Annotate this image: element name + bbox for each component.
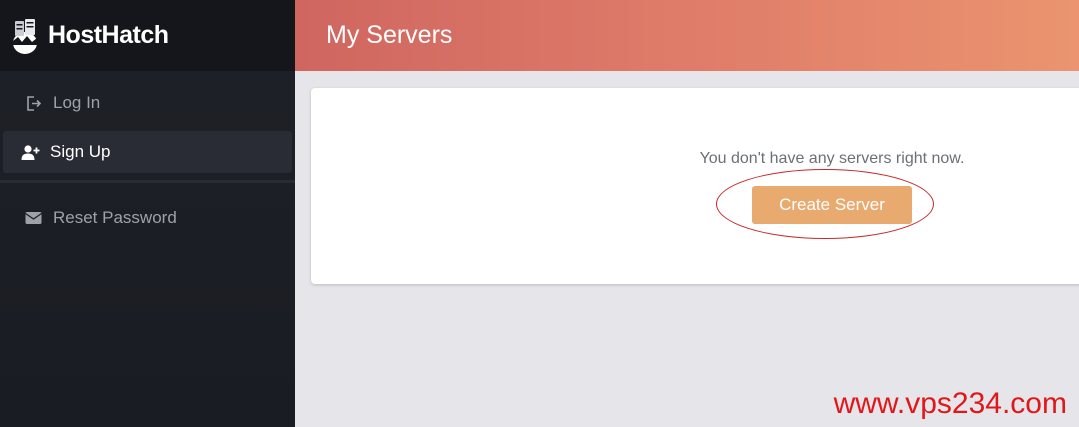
page-title: My Servers xyxy=(326,21,453,49)
sidebar-item-log-in[interactable]: Log In xyxy=(3,82,292,124)
sidebar: HostHatch Log In Sign Up Reset Password xyxy=(0,0,295,427)
sidebar-item-label: Sign Up xyxy=(50,142,111,161)
sidebar-nav: Log In Sign Up Reset Password xyxy=(0,71,295,239)
login-icon xyxy=(23,93,43,113)
sidebar-item-sign-up[interactable]: Sign Up xyxy=(3,131,292,173)
hatching-egg-server-logo xyxy=(13,18,37,54)
sidebar-item-label: Reset Password xyxy=(53,208,177,227)
watermark: www.vps234.com xyxy=(833,387,1067,420)
user-plus-icon xyxy=(20,142,40,162)
brand-name: HostHatch xyxy=(48,21,169,49)
create-server-button[interactable]: Create Server xyxy=(752,186,912,224)
sidebar-divider xyxy=(0,180,295,183)
brand[interactable]: HostHatch xyxy=(0,0,295,71)
empty-state-message: You don't have any servers right now. xyxy=(699,150,965,167)
sidebar-item-reset-password[interactable]: Reset Password xyxy=(3,197,292,239)
sidebar-item-label: Log In xyxy=(53,93,101,112)
page-header: My Servers xyxy=(295,0,1079,71)
envelope-icon xyxy=(23,208,43,228)
servers-card: You don't have any servers right now. Cr… xyxy=(311,88,1079,284)
